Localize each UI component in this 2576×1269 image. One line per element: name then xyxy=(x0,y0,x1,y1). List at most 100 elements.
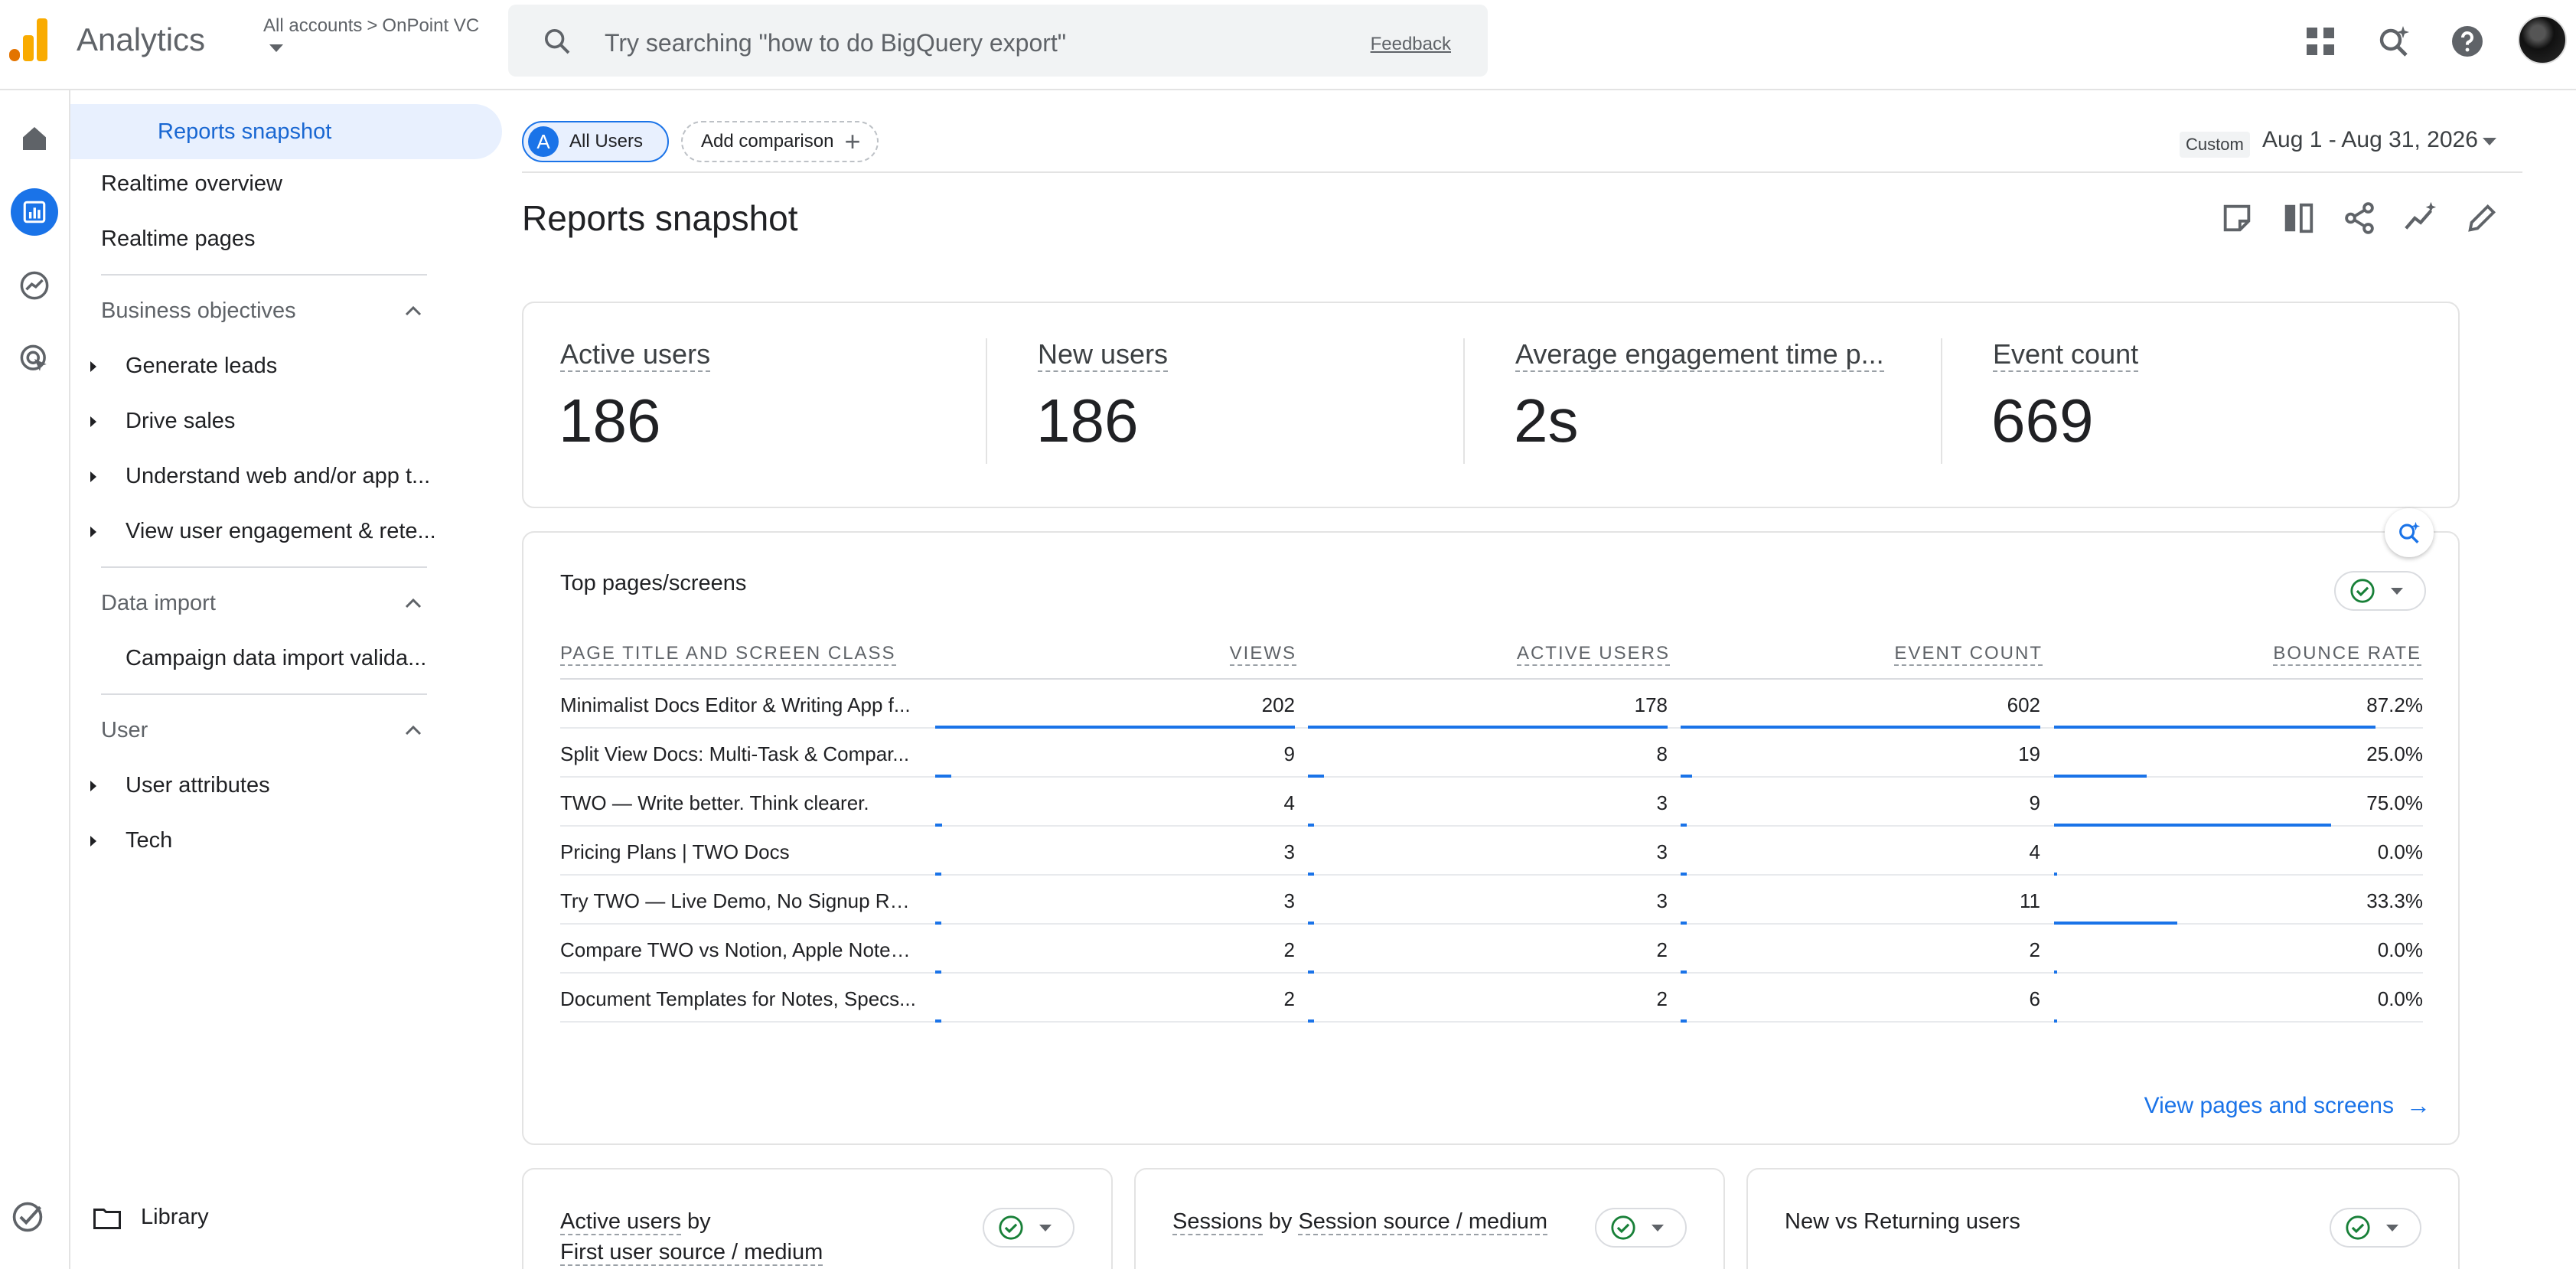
column-header-page-title[interactable]: PAGE TITLE AND SCREEN CLASS xyxy=(560,643,896,666)
kpi-new-users[interactable]: New users 186 xyxy=(1001,303,1479,507)
chevron-up-icon[interactable] xyxy=(404,724,422,736)
edit-pencil-icon[interactable] xyxy=(2464,201,2499,236)
rail-home-button[interactable] xyxy=(11,115,58,162)
expand-triangle-icon[interactable] xyxy=(90,781,96,791)
sidebar-section-user[interactable]: User xyxy=(101,718,148,743)
kpi-event-count[interactable]: Event count 669 xyxy=(1956,303,2434,507)
column-header-views[interactable]: VIEWS xyxy=(1229,643,1296,666)
sidebar-library-link[interactable]: Library xyxy=(93,1205,209,1230)
row-events-bar xyxy=(1681,1019,1687,1023)
row-bounce-value: 87.2% xyxy=(2366,693,2423,716)
analytics-logo-icon[interactable] xyxy=(8,17,49,64)
table-row[interactable]: Try TWO — Live Demo, No Signup Req... 3 3 1… xyxy=(560,876,2423,925)
admin-check-icon[interactable] xyxy=(11,1200,44,1234)
card-title-metric[interactable]: Active users xyxy=(560,1209,681,1235)
sidebar-item-tech[interactable]: Tech xyxy=(126,828,172,853)
row-views-value: 9 xyxy=(1283,742,1295,765)
kpi-avg-engagement-time[interactable]: Average engagement time p... 2s xyxy=(1479,303,1956,507)
table-row[interactable]: Document Templates for Notes, Specs... 2 2… xyxy=(560,974,2423,1023)
share-icon[interactable] xyxy=(2342,201,2377,236)
search-bar[interactable]: Try searching "how to do BigQuery export… xyxy=(508,5,1488,77)
rail-explore-button[interactable] xyxy=(11,262,58,309)
row-views-value: 3 xyxy=(1283,840,1295,863)
note-icon[interactable] xyxy=(2219,201,2255,236)
account-breadcrumb[interactable]: All accounts > OnPoint VC xyxy=(263,15,479,37)
date-mode-badge: Custom xyxy=(2180,132,2250,158)
feedback-link[interactable]: Feedback xyxy=(1371,34,1451,55)
kpi-active-users[interactable]: Active users 186 xyxy=(523,303,1001,507)
compare-columns-icon[interactable] xyxy=(2281,201,2316,236)
sidebar-item-user-engagement[interactable]: View user engagement & rete... xyxy=(126,519,436,544)
card-title-dimension[interactable]: Session source / medium xyxy=(1298,1209,1548,1235)
row-page-title[interactable]: Try TWO — Live Demo, No Signup Req... xyxy=(560,889,920,913)
card-options-button[interactable] xyxy=(983,1208,1074,1248)
card-title: Top pages/screens xyxy=(560,571,747,595)
row-page-title[interactable]: Minimalist Docs Editor & Writing App f..… xyxy=(560,693,920,717)
breadcrumb-all-accounts[interactable]: All accounts xyxy=(263,15,362,36)
insights-fab-button[interactable] xyxy=(2385,508,2434,557)
sidebar-item-user-attributes[interactable]: User attributes xyxy=(126,773,270,798)
column-header-event-count[interactable]: EVENT COUNT xyxy=(1894,643,2043,666)
search-input[interactable]: Try searching "how to do BigQuery export… xyxy=(605,29,1066,57)
table-row[interactable]: Minimalist Docs Editor & Writing App f..… xyxy=(560,680,2423,729)
rail-advertising-button[interactable] xyxy=(11,335,58,383)
table-row[interactable]: Split View Docs: Multi-Task & Compar... 9… xyxy=(560,729,2423,778)
rail-reports-button[interactable] xyxy=(11,188,58,236)
kpi-separator xyxy=(1941,338,1942,464)
search-insights-icon[interactable] xyxy=(2375,23,2412,60)
sidebar-section-data-import[interactable]: Data import xyxy=(101,591,216,616)
row-events-value: 2 xyxy=(2029,938,2040,961)
row-page-title[interactable]: Pricing Plans | TWO Docs xyxy=(560,840,920,864)
row-page-title[interactable]: Document Templates for Notes, Specs... xyxy=(560,987,920,1011)
expand-triangle-icon[interactable] xyxy=(90,527,96,537)
kpi-separator xyxy=(1463,338,1465,464)
top-app-bar: Analytics All accounts > OnPoint VC Try se… xyxy=(0,0,2576,90)
sidebar-item-generate-leads[interactable]: Generate leads xyxy=(126,354,277,379)
column-header-bounce-rate[interactable]: BOUNCE RATE xyxy=(2273,643,2421,666)
user-avatar[interactable] xyxy=(2518,15,2567,64)
library-label: Library xyxy=(141,1205,209,1229)
expand-triangle-icon[interactable] xyxy=(90,471,96,482)
sidebar-item-campaign-data-import[interactable]: Campaign data import valida... xyxy=(126,646,426,671)
kpi-label: Event count xyxy=(1993,338,2139,372)
row-page-title[interactable]: Split View Docs: Multi-Task & Compar... xyxy=(560,742,920,766)
table-row[interactable]: TWO — Write better. Think clearer. 4 3 9 75.… xyxy=(560,778,2423,827)
sidebar-item-realtime-pages[interactable]: Realtime pages xyxy=(101,227,256,252)
add-comparison-button[interactable]: Add comparison + xyxy=(681,121,879,162)
row-active-value: 8 xyxy=(1656,742,1668,765)
date-range-picker[interactable]: Aug 1 - Aug 31, 2026 xyxy=(2262,127,2478,153)
card-title-dimension[interactable]: First user source / medium xyxy=(560,1240,823,1266)
account-picker-caret-icon[interactable] xyxy=(269,44,283,52)
row-views-value: 4 xyxy=(1283,791,1295,814)
card-options-button[interactable] xyxy=(1595,1208,1687,1248)
row-page-title[interactable]: Compare TWO vs Notion, Apple Notes,... xyxy=(560,938,920,962)
segment-chip-all-users[interactable]: A All Users xyxy=(522,121,669,162)
sidebar-section-business-objectives[interactable]: Business objectives xyxy=(101,298,296,324)
expand-triangle-icon[interactable] xyxy=(90,836,96,847)
sidebar-item-realtime-overview[interactable]: Realtime overview xyxy=(101,171,282,197)
view-pages-and-screens-link[interactable]: View pages and screens → xyxy=(2144,1091,2431,1120)
column-header-active-users[interactable]: ACTIVE USERS xyxy=(1516,643,1670,666)
breadcrumb-property[interactable]: OnPoint VC xyxy=(382,15,479,36)
help-icon[interactable] xyxy=(2449,23,2486,60)
row-page-title[interactable]: TWO — Write better. Think clearer. xyxy=(560,791,920,815)
expand-triangle-icon[interactable] xyxy=(90,416,96,427)
expand-triangle-icon[interactable] xyxy=(90,361,96,372)
row-active-value: 178 xyxy=(1634,693,1668,716)
add-comparison-label: Add comparison xyxy=(701,131,834,152)
row-views-bar xyxy=(935,1019,941,1023)
card-options-button[interactable] xyxy=(2334,571,2426,611)
insights-trend-icon[interactable] xyxy=(2403,201,2438,236)
sidebar-item-reports-snapshot[interactable]: Reports snapshot xyxy=(70,104,502,159)
sidebar-item-understand-traffic[interactable]: Understand web and/or app t... xyxy=(126,464,430,489)
card-options-button[interactable] xyxy=(2330,1208,2421,1248)
sidebar-item-drive-sales[interactable]: Drive sales xyxy=(126,409,235,434)
date-dropdown-caret-icon[interactable] xyxy=(2483,138,2496,145)
table-row[interactable]: Compare TWO vs Notion, Apple Notes,... 2 2… xyxy=(560,925,2423,974)
card-title: Active users by First user source / medi… xyxy=(560,1206,823,1267)
chevron-up-icon[interactable] xyxy=(404,597,422,609)
chevron-up-icon[interactable] xyxy=(404,305,422,317)
apps-grid-icon[interactable] xyxy=(2302,23,2339,60)
card-title-metric[interactable]: Sessions xyxy=(1172,1209,1263,1235)
table-row[interactable]: Pricing Plans | TWO Docs 3 3 4 0.0% xyxy=(560,827,2423,876)
